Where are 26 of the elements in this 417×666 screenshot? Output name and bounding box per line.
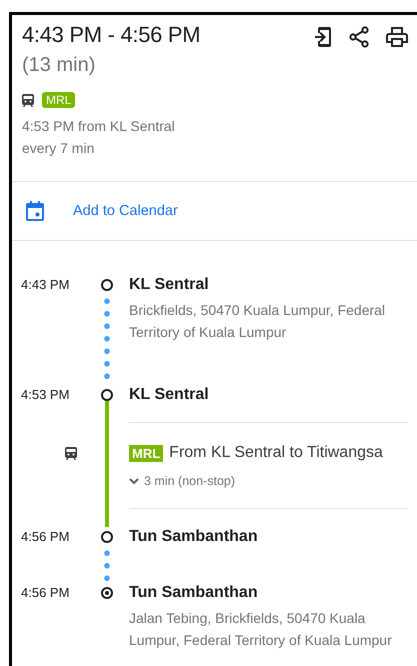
transit-description: From KL Sentral to Titiwangsa (169, 444, 383, 462)
stop-name: KL Sentral (129, 275, 210, 295)
stop-name: KL Sentral (129, 385, 210, 405)
stop-time: 4:53 PM (21, 386, 70, 404)
calendar-icon[interactable] (26, 201, 44, 221)
train-icon (65, 447, 77, 460)
departure-info: 4:53 PM from KL Sentral (22, 117, 176, 136)
print-icon[interactable] (386, 26, 408, 48)
stop-address: Jalan Tebing, Brickfields, 50470 Kuala Lumpur, Federal Territory of Kuala Lumpur (129, 609, 393, 650)
trip-duration: (13 min) (22, 53, 96, 78)
frequency-info: every 7 min (22, 139, 96, 158)
add-to-calendar-link[interactable]: Add to Calendar (73, 203, 178, 219)
trip-time-range: 4:43 PM - 4:56 PM (22, 21, 200, 49)
stop-time: 4:43 PM (21, 276, 70, 294)
line-badge: MRL (42, 92, 76, 108)
train-icon (22, 94, 34, 106)
chevron-down-icon (129, 478, 139, 484)
stop-time: 4:56 PM (21, 528, 70, 546)
expand-stops-toggle[interactable]: 3 min (non-stop) (129, 474, 236, 488)
stop-name: Tun Sambanthan (129, 583, 259, 603)
line-badge: MRL (129, 444, 164, 462)
stop-name: Tun Sambanthan (129, 527, 259, 547)
send-to-phone-icon[interactable] (314, 26, 332, 48)
share-icon[interactable] (349, 26, 369, 48)
stop-address: Brickfields, 50470 Kuala Lumpur, Federal Territory of Kuala Lumpur (129, 301, 386, 342)
stop-time: 4:56 PM (21, 584, 70, 602)
